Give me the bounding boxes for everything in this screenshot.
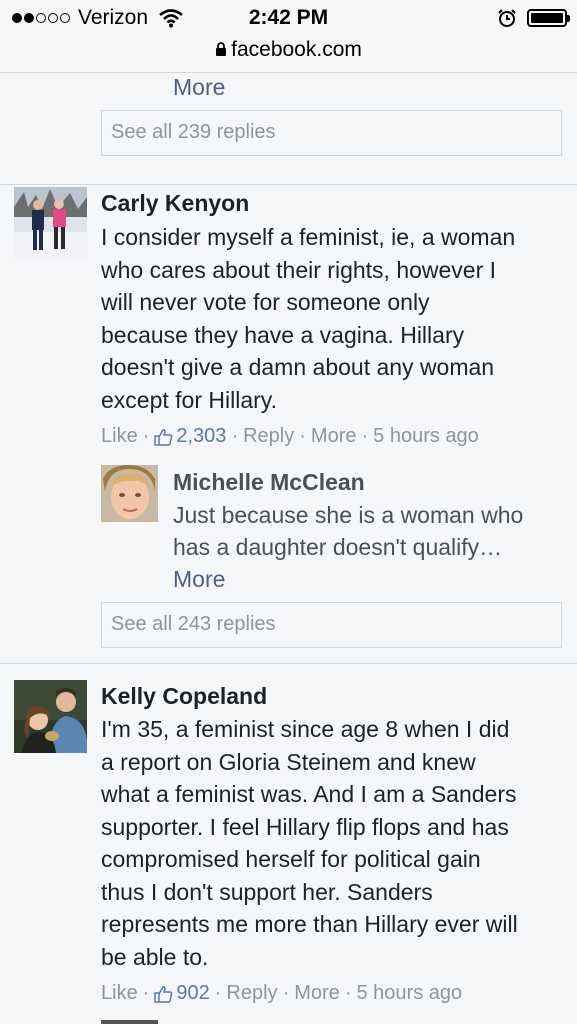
comment-line: I consider myself a feminist, ie, a woma… xyxy=(101,224,516,250)
comment-line: will never vote for someone only xyxy=(101,289,430,315)
avatar[interactable] xyxy=(14,680,87,753)
comment-line: doesn't give a damn about any woman xyxy=(101,354,495,380)
comment-line: what a feminist was. And I am a Sanders xyxy=(101,781,517,807)
comment-line: because they have a vagina. Hillary xyxy=(101,321,465,348)
reply-text: Just because she is a woman who has a da… xyxy=(173,499,523,563)
avatar[interactable] xyxy=(14,187,87,260)
address-bar[interactable]: facebook.com xyxy=(0,38,577,62)
comment-line: a report on Gloria Steinem and knew xyxy=(101,748,476,775)
reply-line: has a daughter doesn't qualify… xyxy=(173,534,503,560)
comment-author-name[interactable]: Kelly Copeland xyxy=(101,683,267,710)
comment-line: except for Hillary. xyxy=(101,386,277,413)
url-text: facebook.com xyxy=(231,38,362,61)
like-button[interactable]: Like xyxy=(101,982,138,1005)
battery-icon xyxy=(527,9,570,27)
thumbs-up-icon xyxy=(154,428,173,446)
status-bar: Verizon 2:42 PM facebook.com xyxy=(0,0,577,73)
timestamp[interactable]: 5 hours ago xyxy=(356,982,462,1005)
divider xyxy=(0,663,577,664)
comment-text: I'm 35, a feminist since age 8 when I di… xyxy=(101,713,518,973)
thumbs-up-icon xyxy=(154,985,173,1003)
like-count[interactable]: 2,303 xyxy=(176,425,226,448)
comment-line: represents me more than Hillary ever wil… xyxy=(101,911,518,937)
reply-button[interactable]: Reply xyxy=(226,982,277,1005)
alarm-clock-icon xyxy=(498,9,516,27)
comment-actions: Like · 2,303 · Reply · More · 5 hours ag… xyxy=(101,425,479,448)
clock: 2:42 PM xyxy=(248,6,329,29)
comment-line: I'm 35, a feminist since age 8 when I di… xyxy=(101,716,510,742)
comment-line: who cares about their rights, however I xyxy=(101,256,497,283)
lock-icon xyxy=(216,42,227,56)
reply-line: Just because she is a woman who xyxy=(173,502,524,528)
reply-more-link[interactable]: More xyxy=(173,74,225,101)
more-button[interactable]: More xyxy=(311,425,357,448)
see-all-replies-button[interactable]: See all 243 replies xyxy=(101,602,562,648)
reply-more-link[interactable]: More xyxy=(173,566,225,593)
comment-line: thus I don't support her. Sanders xyxy=(101,878,433,905)
avatar[interactable] xyxy=(101,1020,158,1024)
see-all-replies-button[interactable]: See all 239 replies xyxy=(101,110,562,156)
like-count[interactable]: 902 xyxy=(176,982,209,1005)
comment-text: I consider myself a feminist, ie, a woma… xyxy=(101,221,515,416)
divider xyxy=(0,184,577,185)
comment-line: be able to. xyxy=(101,943,209,970)
reply-author-name[interactable]: Michelle McClean xyxy=(173,469,365,496)
comment-line: compromised herself for political gain xyxy=(101,846,481,872)
reply-avatar[interactable] xyxy=(101,465,158,522)
comment-author-name[interactable]: Carly Kenyon xyxy=(101,190,249,217)
reply-button[interactable]: Reply xyxy=(243,425,294,448)
like-button[interactable]: Like xyxy=(101,425,138,448)
comment-actions: Like · 902 · Reply · More · 5 hours ago xyxy=(101,982,463,1005)
more-button[interactable]: More xyxy=(294,982,340,1005)
timestamp[interactable]: 5 hours ago xyxy=(373,425,479,448)
comment-line: supporter. I feel Hillary flip flops and… xyxy=(101,813,509,840)
